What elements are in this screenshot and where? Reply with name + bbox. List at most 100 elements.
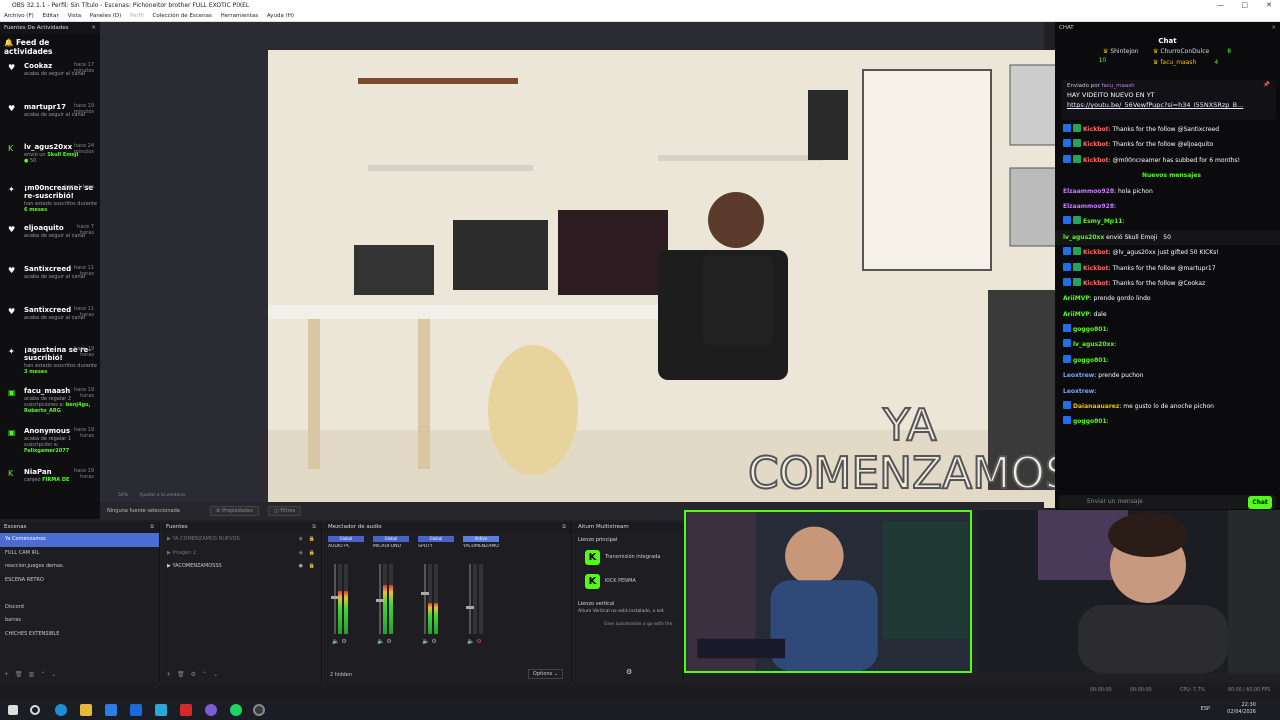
pinned-by-user[interactable]: facu_maash	[1102, 83, 1135, 89]
lock-icon[interactable]: 🔒	[309, 547, 315, 561]
filter-icon[interactable]: ▥	[29, 671, 35, 678]
zoom-level[interactable]: 54%	[118, 493, 128, 498]
chat-username[interactable]: Kickbot	[1083, 141, 1109, 148]
chrome-icon[interactable]	[55, 704, 67, 716]
menu-ayuda[interactable]: Ayuda (H)	[267, 13, 294, 19]
channel-tag[interactable]: Global	[328, 536, 364, 542]
mixer-hidden-count[interactable]: 2 hidden	[330, 672, 352, 678]
eye-icon[interactable]: ◉	[299, 547, 303, 561]
video-app-icon[interactable]	[180, 704, 192, 716]
channel-tag[interactable]: Global	[373, 536, 409, 542]
chat-input[interactable]: Enviar un mensaje	[1059, 495, 1276, 509]
menu-perfil[interactable]: Perfil	[130, 13, 144, 19]
up-icon[interactable]: ⌃	[40, 671, 45, 678]
stream-output[interactable]: K Transmisión integrada	[577, 547, 680, 567]
chat-username[interactable]: AriiMVP	[1063, 295, 1090, 302]
menu-paneles[interactable]: Paneles (D)	[90, 13, 121, 19]
play-icon[interactable]: ▶	[167, 536, 171, 542]
play-icon[interactable]: ▶	[167, 550, 171, 556]
channel-tag[interactable]: Global	[418, 536, 454, 542]
top-supporter[interactable]: ♛ facu_maash 4	[1153, 59, 1218, 66]
source-item[interactable]: ▶ YA COMENZAMOS NUEVOS ◉ 🔒	[162, 533, 321, 547]
channel-tag[interactable]: Active	[463, 536, 499, 542]
chat-username[interactable]: Elzaammoo928	[1063, 203, 1114, 210]
chat-username[interactable]: goggo801	[1073, 418, 1107, 425]
filters-button[interactable]: ◫ Filtros	[268, 506, 302, 516]
pinned-message[interactable]: Enviado por facu_maash 📌 HAY VIDEITO NUEV…	[1061, 80, 1276, 120]
menu-vista[interactable]: Vista	[68, 13, 82, 19]
speaker-icon[interactable]: 🔈 ⚙	[422, 638, 437, 645]
close-icon[interactable]: ✕	[91, 22, 96, 34]
scene-item[interactable]: Ya Comenzamos	[0, 533, 159, 547]
mixer-options-button[interactable]: Options ⌄	[527, 669, 563, 679]
spotify-icon[interactable]	[230, 704, 242, 716]
zoom-fit[interactable]: Ajustar a la ventana	[139, 493, 184, 498]
down-icon[interactable]: ⌄	[51, 671, 56, 678]
chat-username[interactable]: goggo801	[1073, 326, 1107, 333]
trash-icon[interactable]: 🗑	[15, 671, 23, 678]
pinned-link[interactable]: https://youtu.be/_56VewfPupc?si=h34_I55N…	[1067, 101, 1270, 109]
telegram-icon[interactable]	[155, 704, 167, 716]
volume-slider[interactable]	[466, 564, 474, 634]
source-item[interactable]: ▶ Imagen 2 ◉ 🔒	[162, 547, 321, 561]
volume-slider[interactable]	[376, 564, 384, 634]
language-indicator[interactable]: ESP	[1201, 706, 1210, 712]
scene-item[interactable]	[0, 587, 159, 601]
slider-knob[interactable]	[466, 606, 474, 609]
chat-username[interactable]: goggo801	[1073, 357, 1107, 364]
eye-icon[interactable]: ◉	[299, 560, 303, 574]
chat-username[interactable]: Leoxtrew	[1063, 372, 1094, 379]
channel-name[interactable]: YACOMENZAMOSSS	[463, 544, 499, 549]
chat-username[interactable]: Kickbot	[1083, 157, 1109, 164]
windows-start-icon[interactable]	[8, 705, 18, 715]
folder-icon[interactable]	[80, 704, 92, 716]
slider-knob[interactable]	[421, 592, 429, 595]
volume-slider[interactable]	[331, 564, 339, 634]
stream-output[interactable]: K KICK PENMA	[577, 571, 680, 591]
trash-icon[interactable]: 🗑	[177, 671, 185, 678]
play-icon[interactable]: ▶	[167, 563, 171, 569]
obs-icon[interactable]	[253, 704, 265, 716]
chat-username[interactable]: lv_agus20xx	[1073, 341, 1114, 348]
speaker-icon[interactable]: 🔈 ⚙	[377, 638, 392, 645]
edge-icon[interactable]	[105, 704, 117, 716]
pin-icon[interactable]: 📌	[1263, 82, 1270, 88]
chat-username[interactable]: Kickbot	[1083, 126, 1109, 133]
scene-item[interactable]: FULL CAM IRL	[0, 547, 159, 561]
scene-item[interactable]: reaccion,juegos demas.	[0, 560, 159, 574]
dock-icon[interactable]: ⧉	[150, 522, 154, 533]
channel-name[interactable]: MICROFONO	[373, 544, 409, 549]
chat-username[interactable]: Kickbot	[1083, 249, 1109, 256]
chat-username[interactable]: Kickbot	[1083, 280, 1109, 287]
menu-coleccion[interactable]: Colección de Escenas	[153, 13, 212, 19]
menu-editar[interactable]: Editar	[43, 13, 59, 19]
minimize-button[interactable]: —	[1217, 0, 1224, 11]
lock-icon[interactable]: 🔒	[309, 560, 315, 574]
scene-preview[interactable]: YA COMENZAMOS	[268, 50, 1080, 508]
close-button[interactable]: ✕	[1266, 0, 1272, 11]
scene-item[interactable]: ESCENA RETRO	[0, 574, 159, 588]
channel-name[interactable]: AUDIO PC	[328, 544, 364, 549]
discord-icon[interactable]	[205, 704, 217, 716]
properties-button[interactable]: ⚙ Propiedades	[210, 506, 259, 516]
top-supporter[interactable]: ♛ Shintejon10	[1099, 48, 1139, 64]
chat-username[interactable]: lv_agus20xx	[1063, 234, 1104, 241]
dock-icon[interactable]: ⧉	[312, 522, 316, 533]
channel-name[interactable]: SPOTY	[418, 544, 454, 549]
speaker-icon[interactable]: 🔈 ⚙	[332, 638, 347, 645]
chat-username[interactable]: AriiMVP	[1063, 311, 1090, 318]
add-icon[interactable]: +	[4, 671, 9, 678]
chat-username[interactable]: Elzaammoo928	[1063, 188, 1114, 195]
volume-slider[interactable]	[421, 564, 429, 634]
chat-send-button[interactable]: Chat	[1248, 496, 1272, 509]
add-icon[interactable]: +	[166, 671, 171, 678]
gear-icon[interactable]: ⚙	[191, 671, 196, 678]
top-supporter[interactable]: ♛ ChurroConDulce 8	[1153, 48, 1231, 55]
search-icon[interactable]	[30, 705, 40, 715]
down-icon[interactable]: ⌄	[213, 671, 218, 678]
menu-herramientas[interactable]: Herramientas	[221, 13, 258, 19]
chat-username[interactable]: Esmy_Mp11	[1083, 218, 1122, 225]
speaker-icon[interactable]: 🔈 ⚙	[467, 638, 482, 645]
chat-username[interactable]: Kickbot	[1083, 265, 1109, 272]
chat-username[interactable]: Leoxtrew	[1063, 388, 1094, 395]
